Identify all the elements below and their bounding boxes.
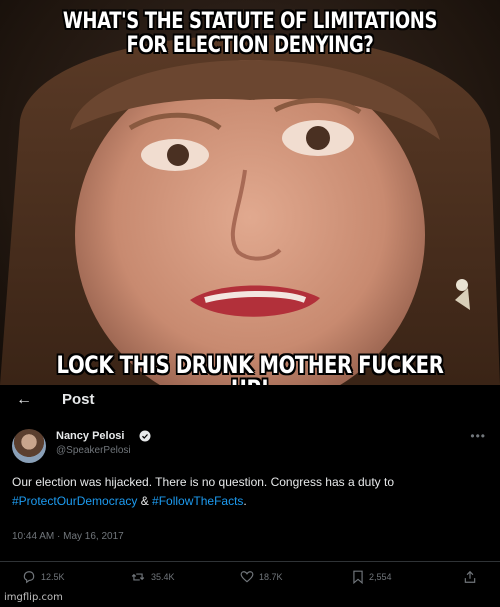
tweet-header: ← Post [0, 385, 500, 417]
hashtag-link[interactable]: #ProtectOurDemocracy [12, 494, 137, 508]
share-button[interactable] [463, 570, 477, 584]
avatar[interactable] [12, 429, 46, 463]
reply-count: 12.5K [41, 572, 65, 582]
bookmark-button[interactable]: 2,554 [352, 570, 392, 584]
meme-photo: WHAT'S THE STATUTE OF LIMITATIONS FOR EL… [0, 0, 500, 385]
share-icon [464, 570, 476, 583]
tweet-timestamp[interactable]: 10:44 AM · May 16, 2017 [12, 531, 124, 542]
heart-icon [240, 571, 254, 583]
like-button[interactable]: 18.7K [240, 570, 283, 584]
author-handle[interactable]: @SpeakerPelosi [56, 445, 131, 456]
tweet-card: ← Post Nancy Pelosi @SpeakerPelosi ••• O… [0, 385, 500, 607]
watermark: imgflip.com [4, 592, 63, 603]
bookmark-icon [353, 570, 363, 584]
reply-button[interactable]: 12.5K [22, 570, 65, 584]
meme-top-caption: WHAT'S THE STATUTE OF LIMITATIONS FOR EL… [62, 9, 438, 58]
verified-badge-icon [139, 430, 151, 442]
tweet-text-connector: & [137, 494, 153, 508]
meme-bottom-caption: LOCK THIS DRUNK MOTHER FUCKER UP! [56, 351, 444, 385]
bookmark-count: 2,554 [369, 572, 392, 582]
tweet-text-main: Our election was hijacked. There is no q… [12, 475, 394, 489]
reply-icon [23, 571, 35, 584]
tweet-text-end: . [243, 494, 247, 508]
tweet-actions-bar: 12.5K 35.4K 18.7K 2,554 [0, 561, 500, 592]
repost-icon [131, 573, 145, 581]
hashtag-link[interactable]: #FollowTheFacts [152, 494, 243, 508]
arrow-left-icon[interactable]: ← [16, 391, 32, 409]
repost-count: 35.4K [151, 572, 175, 582]
more-options-icon[interactable]: ••• [470, 429, 486, 443]
repost-button[interactable]: 35.4K [130, 570, 175, 584]
like-count: 18.7K [259, 572, 283, 582]
page-title: Post [62, 391, 95, 408]
tweet-text: Our election was hijacked. There is no q… [12, 473, 492, 511]
author-name[interactable]: Nancy Pelosi [56, 430, 124, 442]
